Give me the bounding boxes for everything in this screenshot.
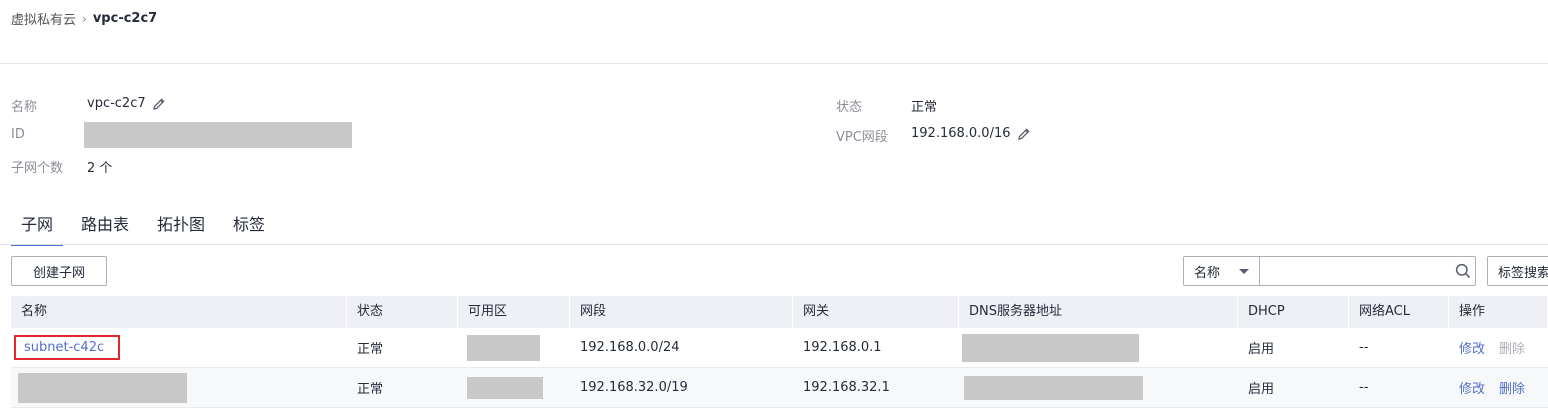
cell-actions: 修改 删除	[1449, 328, 1548, 367]
tab-route-table[interactable]: 路由表	[71, 214, 139, 244]
delete-link: 删除	[1499, 342, 1526, 357]
tag-search-button[interactable]: 标签搜索	[1487, 256, 1548, 286]
az-masked	[467, 376, 543, 399]
table-row: subnet-c42c 正常 192.168.0.0/24 192.168.0.…	[11, 328, 1548, 368]
header-divider	[0, 63, 1548, 64]
search-input[interactable]	[1259, 257, 1452, 285]
id-label: ID	[11, 127, 25, 142]
cell-dns	[959, 368, 1238, 407]
status-label: 状态	[836, 100, 863, 115]
subnet-name-masked[interactable]	[18, 372, 187, 403]
cell-cidr: 192.168.32.0/19	[580, 380, 688, 395]
az-masked	[467, 334, 540, 361]
cell-name	[11, 368, 347, 407]
name-value: vpc-c2c7	[87, 96, 166, 111]
name-label: 名称	[11, 100, 38, 115]
column-header-az[interactable]: 可用区	[458, 296, 570, 328]
cell-name: subnet-c42c	[11, 328, 347, 367]
vpc-cidr: 192.168.0.0/16	[911, 126, 1011, 141]
vpc-name: vpc-c2c7	[87, 96, 146, 111]
subnet-count-label: 子网个数	[11, 161, 64, 176]
breadcrumb: 虚拟私有云 › vpc-c2c7	[11, 9, 157, 28]
cidr-value: 192.168.0.0/16	[911, 126, 1031, 141]
tab-tags[interactable]: 标签	[223, 214, 275, 244]
cell-gateway: 192.168.32.1	[803, 380, 890, 395]
cell-az	[458, 328, 570, 367]
subnet-name-link[interactable]: subnet-c42c	[14, 335, 121, 360]
search-field-selected: 名称	[1194, 265, 1221, 281]
cell-dhcp: 启用	[1248, 382, 1275, 397]
pencil-icon[interactable]	[1017, 127, 1031, 141]
tabs-divider	[0, 244, 1548, 245]
cidr-label: VPC网段	[836, 130, 888, 145]
cell-cidr: 192.168.0.0/24	[580, 340, 680, 355]
tab-topology[interactable]: 拓扑图	[147, 214, 215, 244]
cell-acl: --	[1359, 380, 1369, 395]
column-header-acl[interactable]: 网络ACL	[1349, 296, 1449, 328]
cell-dhcp: 启用	[1248, 342, 1275, 357]
search-icon[interactable]	[1452, 257, 1475, 285]
status-value: 正常	[911, 100, 938, 115]
column-header-dhcp[interactable]: DHCP	[1238, 296, 1349, 328]
table-header: 名称 状态 可用区 网段 网关 DNS服务器地址 DHCP 网络ACL 操作	[11, 296, 1548, 328]
cell-status: 正常	[357, 382, 384, 397]
cell-actions: 修改 删除	[1449, 368, 1548, 407]
tab-bar: 子网 路由表 拓扑图 标签	[11, 214, 283, 246]
column-header-gateway[interactable]: 网关	[793, 296, 959, 328]
subnet-count-value: 2 个	[87, 161, 113, 176]
subnet-table: 名称 状态 可用区 网段 网关 DNS服务器地址 DHCP 网络ACL 操作 s…	[11, 296, 1548, 408]
cell-gateway: 192.168.0.1	[803, 340, 882, 355]
breadcrumb-current: vpc-c2c7	[92, 11, 158, 26]
delete-link[interactable]: 删除	[1499, 378, 1525, 397]
table-row: 正常 192.168.32.0/19 192.168.32.1 启用 -- 修改…	[11, 368, 1548, 408]
column-header-dns[interactable]: DNS服务器地址	[959, 296, 1238, 328]
breadcrumb-separator-icon: ›	[82, 11, 87, 26]
column-header-status[interactable]: 状态	[347, 296, 458, 328]
pencil-icon[interactable]	[152, 97, 166, 111]
search-box: 名称	[1183, 256, 1476, 286]
dns-masked	[962, 333, 1139, 362]
column-header-name[interactable]: 名称	[11, 296, 347, 328]
id-value-masked	[84, 122, 352, 148]
column-header-cidr[interactable]: 网段	[570, 296, 793, 328]
chevron-down-icon	[1238, 268, 1249, 274]
modify-link[interactable]: 修改	[1459, 338, 1485, 357]
tab-subnet[interactable]: 子网	[11, 214, 64, 246]
cell-dns	[959, 328, 1238, 367]
cell-az	[458, 368, 570, 407]
create-subnet-button[interactable]: 创建子网	[11, 256, 107, 286]
breadcrumb-parent[interactable]: 虚拟私有云	[11, 9, 76, 28]
cell-status: 正常	[357, 342, 384, 357]
search-field-select[interactable]: 名称	[1184, 257, 1260, 285]
dns-masked	[964, 375, 1143, 400]
modify-link[interactable]: 修改	[1459, 378, 1485, 397]
column-header-actions: 操作	[1449, 296, 1548, 328]
cell-acl: --	[1359, 340, 1369, 355]
